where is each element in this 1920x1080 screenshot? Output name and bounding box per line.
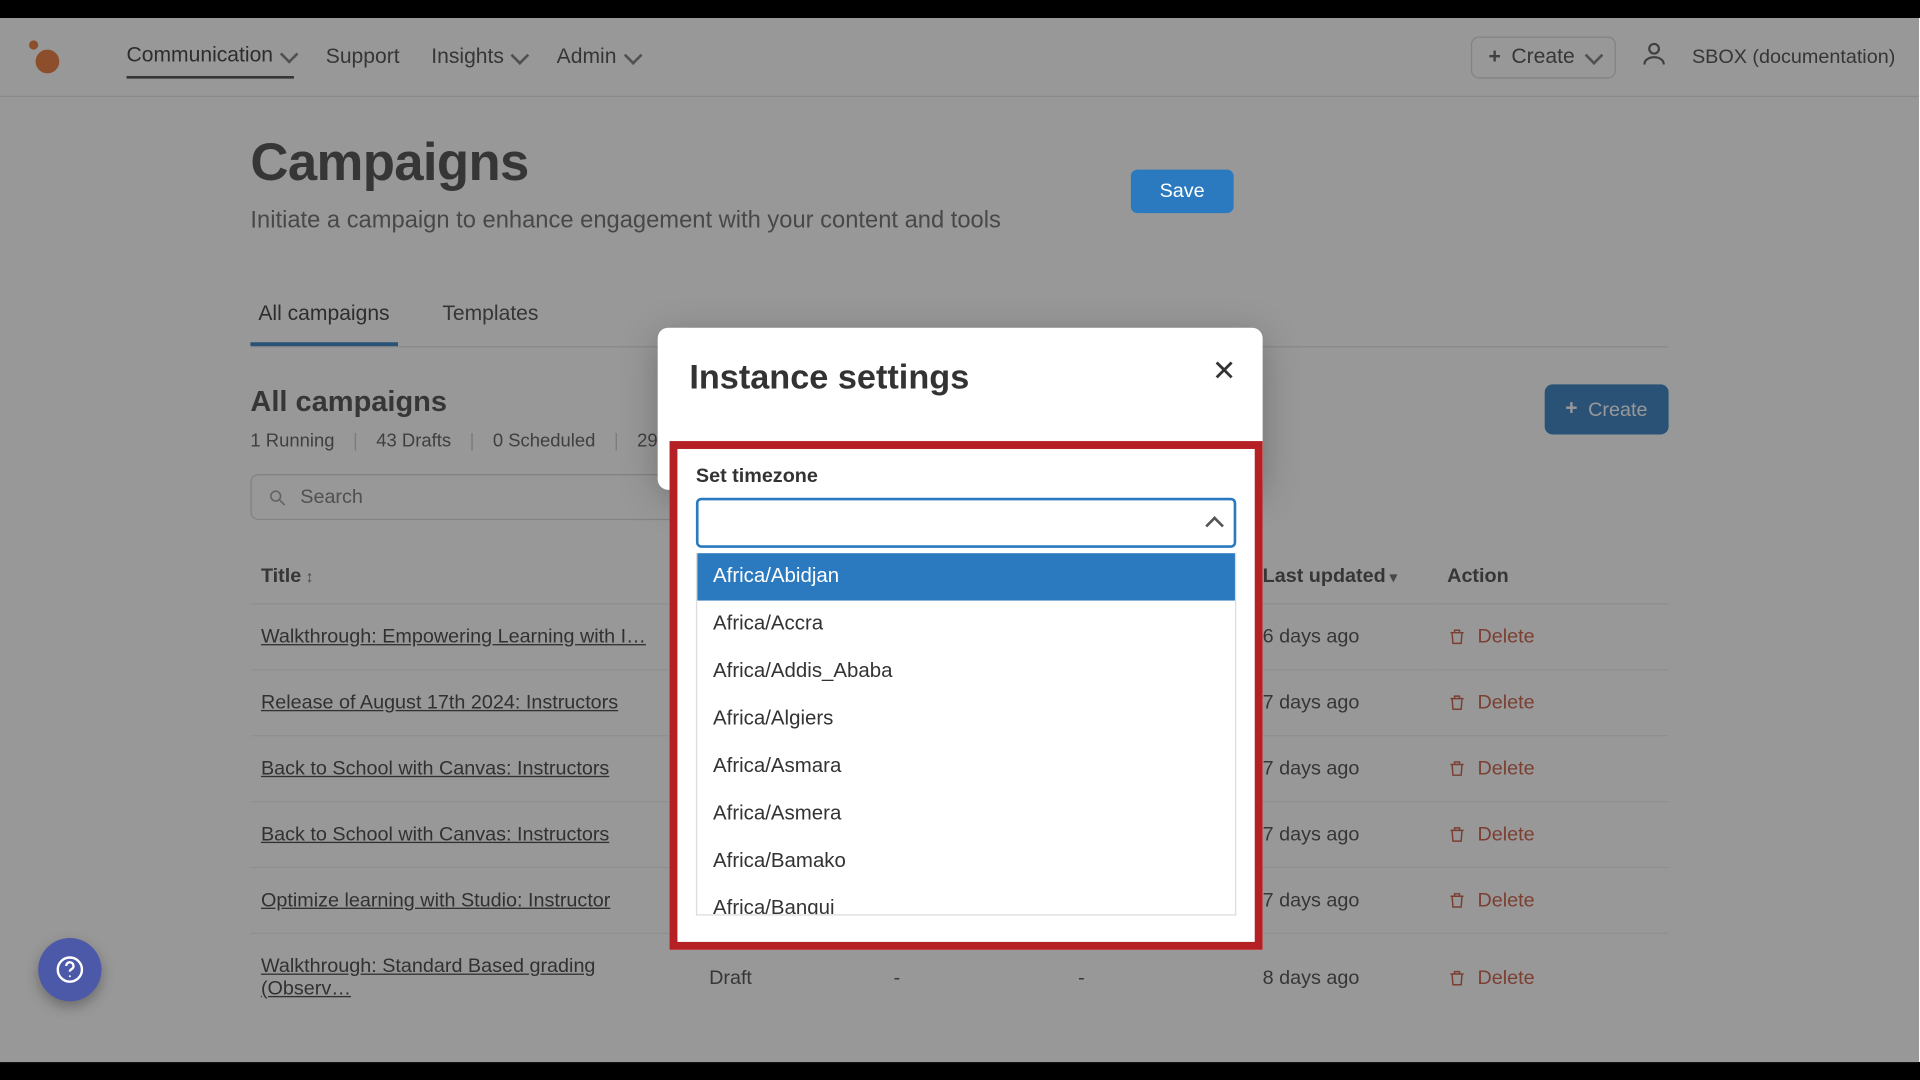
timezone-section-highlight: Set timezone Africa/AbidjanAfrica/AccraA… xyxy=(670,441,1263,950)
chevron-up-icon[interactable] xyxy=(1206,516,1224,534)
timezone-option[interactable]: Africa/Bamako xyxy=(697,838,1235,885)
timezone-option[interactable]: Africa/Bangui xyxy=(697,885,1235,915)
timezone-option[interactable]: Africa/Asmara xyxy=(697,743,1235,790)
timezone-combobox[interactable] xyxy=(696,498,1236,548)
save-button[interactable]: Save xyxy=(1131,170,1234,213)
timezone-input[interactable] xyxy=(712,512,1208,534)
timezone-option[interactable]: Africa/Asmera xyxy=(697,790,1235,837)
timezone-option[interactable]: Africa/Abidjan xyxy=(697,553,1235,600)
timezone-options-list: Africa/AbidjanAfrica/AccraAfrica/Addis_A… xyxy=(696,553,1236,915)
modal-close-button[interactable]: ✕ xyxy=(1212,354,1236,388)
timezone-option[interactable]: Africa/Addis_Ababa xyxy=(697,648,1235,695)
timezone-option[interactable]: Africa/Algiers xyxy=(697,695,1235,742)
timezone-label: Set timezone xyxy=(696,465,1236,487)
help-button[interactable] xyxy=(38,938,101,1001)
timezone-option[interactable]: Africa/Accra xyxy=(697,601,1235,648)
modal-title: Instance settings xyxy=(689,357,1231,398)
help-icon xyxy=(55,955,84,984)
